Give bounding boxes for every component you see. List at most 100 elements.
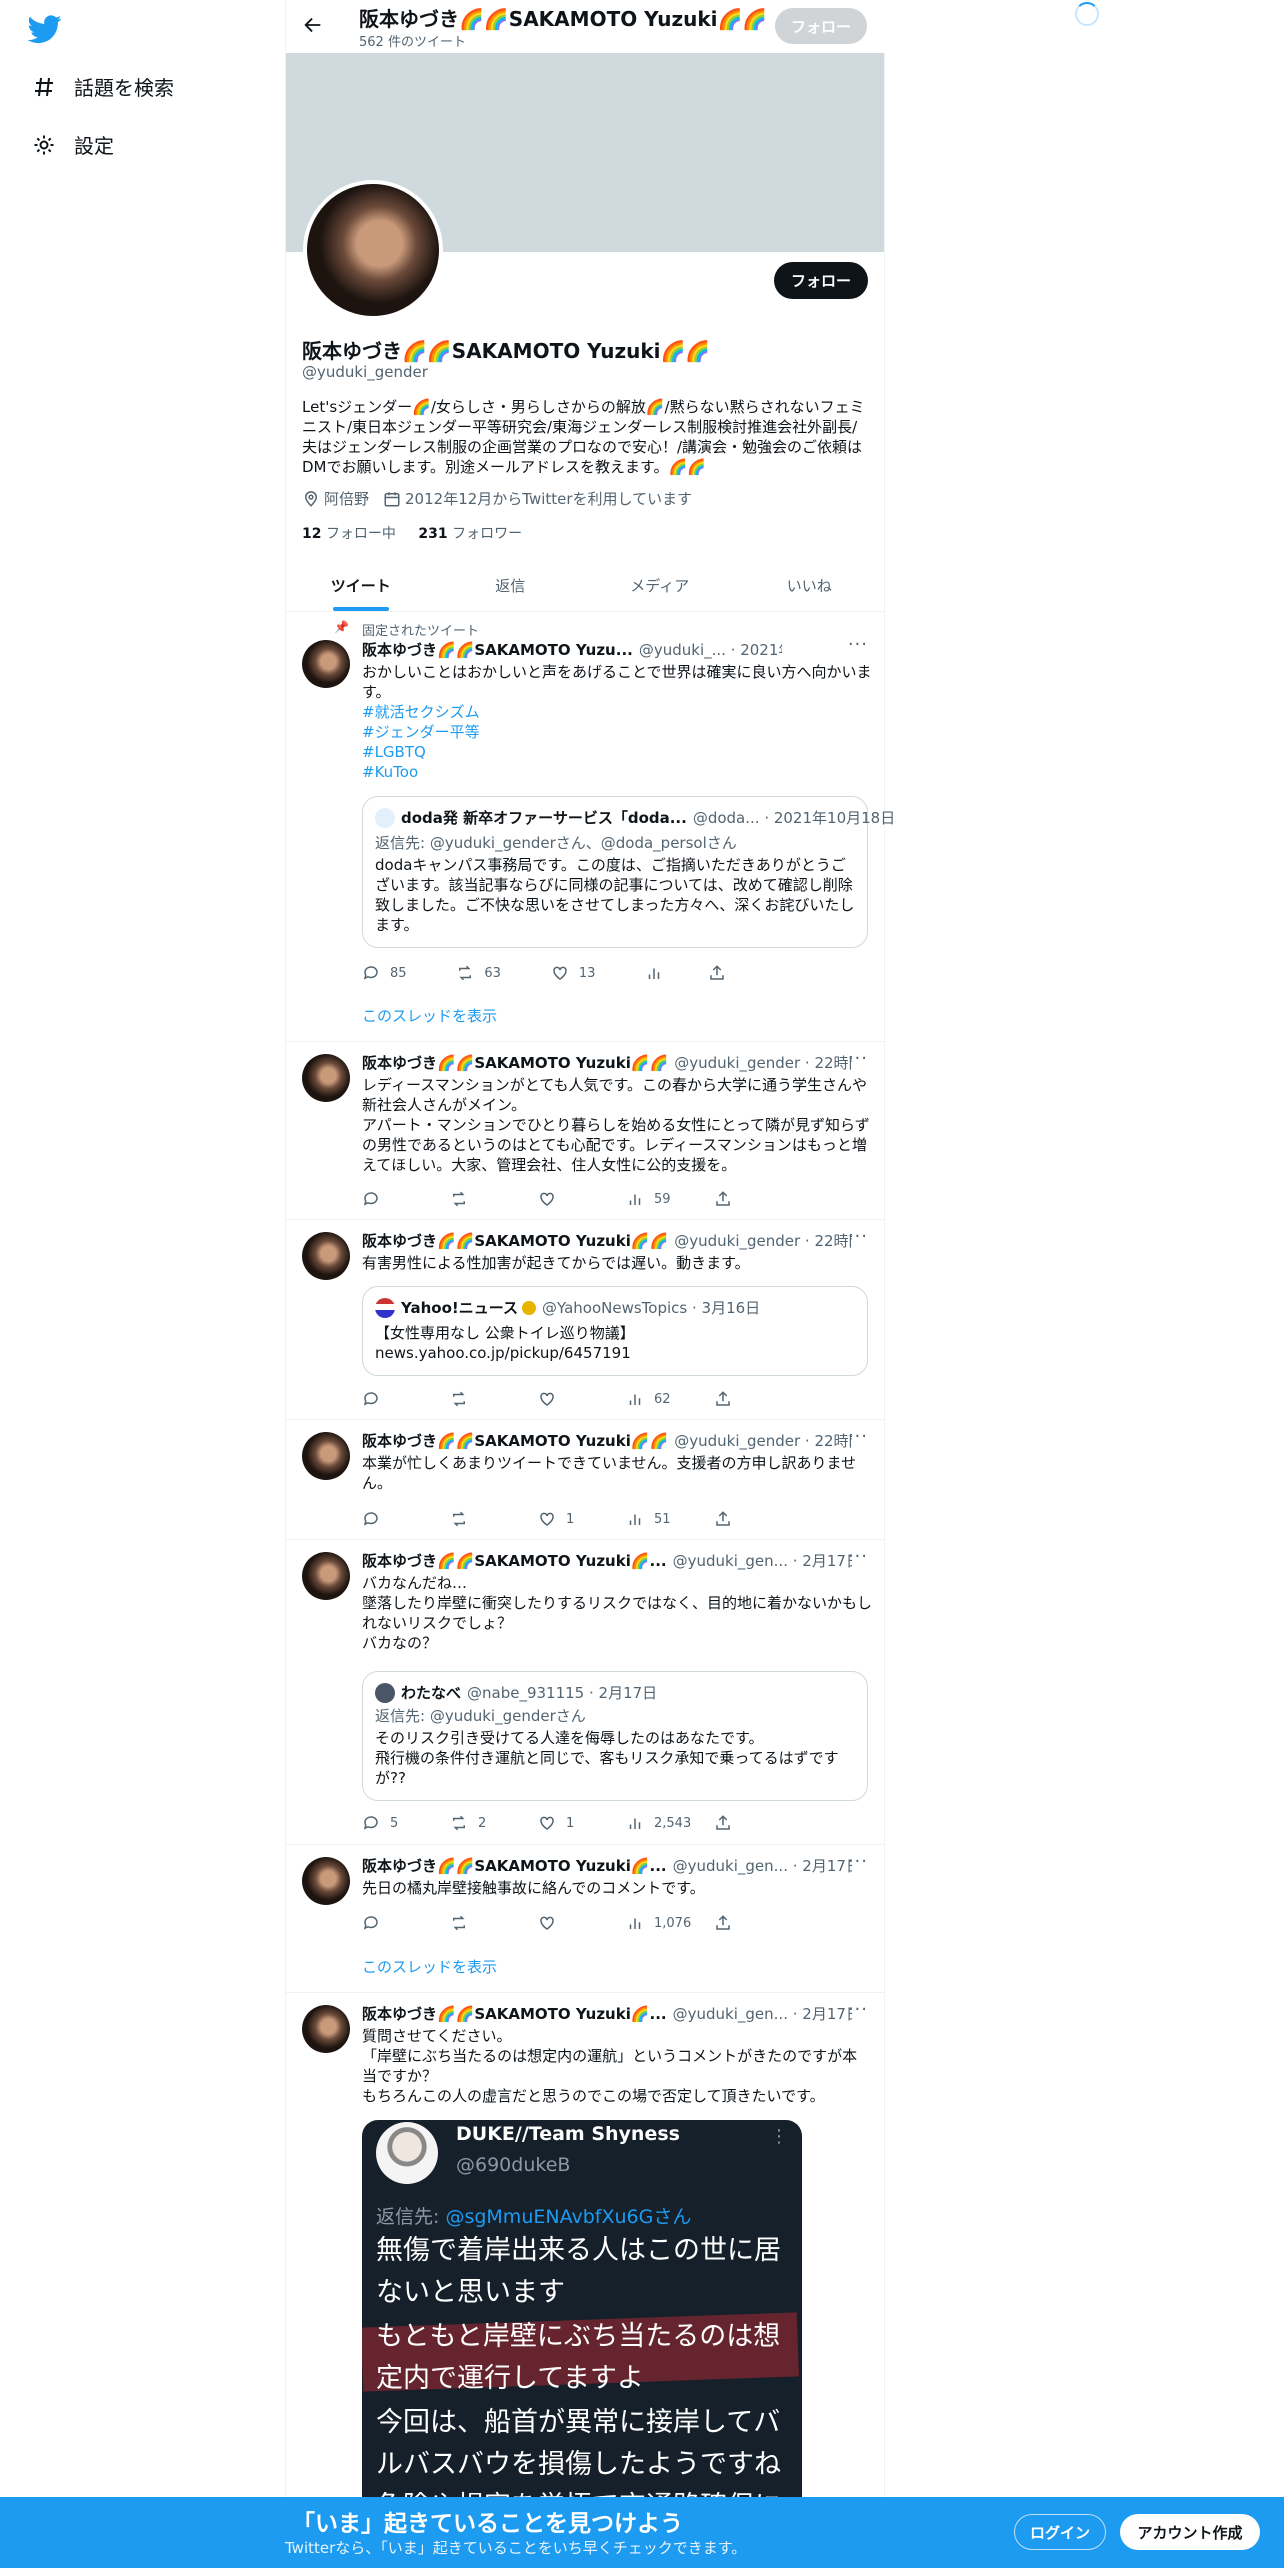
tweet-meta: @yuduki_gender · 22時間 <box>674 1232 852 1250</box>
tweet-author-name[interactable]: 阪本ゆづき🌈🌈SAKAMOTO Yuzuki🌈🌈 <box>362 1230 668 1251</box>
views-button[interactable]: 2,543 <box>626 1814 714 1832</box>
show-thread-link[interactable]: このスレッドを表示 <box>362 1005 497 1026</box>
nav-settings[interactable]: 設定 <box>30 130 114 159</box>
header-follow-button[interactable]: フォロー <box>775 8 867 44</box>
tab-media[interactable]: メディア <box>585 560 735 611</box>
tweet[interactable]: 阪本ゆづき🌈🌈SAKAMOTO Yuzuki🌈... @yuduki_gen..… <box>286 1540 884 1845</box>
tweet-image[interactable]: DUKE//Team Shyness @690dukeB ⋮ 返信先: @sgM… <box>362 2120 802 2497</box>
retweet-icon <box>453 1191 465 1207</box>
image-text-line2: もともと岸壁にぶち当たるのは想定内で運行してますよ <box>376 2321 781 2394</box>
like-button[interactable]: 1 <box>538 1510 626 1528</box>
tab-replies[interactable]: 返信 <box>436 560 586 611</box>
tweet[interactable]: 阪本ゆづき🌈🌈SAKAMOTO Yuzuki🌈... @yuduki_gen..… <box>286 1845 884 1993</box>
twitter-logo-icon[interactable] <box>27 12 62 46</box>
signup-button[interactable]: アカウント作成 <box>1120 2514 1260 2550</box>
hashtag-link[interactable]: #LGBTQ <box>362 742 872 762</box>
tweet-avatar[interactable] <box>302 640 350 688</box>
tweet[interactable]: 阪本ゆづき🌈🌈SAKAMOTO Yuzuki🌈🌈 @yuduki_gender … <box>286 1220 884 1420</box>
retweet-count: 63 <box>484 965 501 981</box>
retweet-button[interactable] <box>450 1390 538 1408</box>
share-button[interactable] <box>714 1190 802 1208</box>
tweet-author-name[interactable]: 阪本ゆづき🌈🌈SAKAMOTO Yuzuki🌈🌈 <box>362 1052 668 1073</box>
tweet-author-name[interactable]: 阪本ゆづき🌈🌈SAKAMOTO Yuzuki🌈🌈 <box>362 1430 668 1451</box>
quoted-tweet[interactable]: わたなべ @nabe_931115 · 2月17日 返信先: @yuduki_g… <box>362 1671 868 1801</box>
quote-text: 【女性専用なし 公衆トイレ巡り物議】 news.yahoo.co.jp/pick… <box>375 1324 635 1362</box>
views-count: 51 <box>654 1511 671 1527</box>
share-button[interactable] <box>714 1390 802 1408</box>
back-arrow-icon[interactable] <box>302 14 326 38</box>
tweet[interactable]: 阪本ゆづき🌈🌈SAKAMOTO Yuzuki🌈... @yuduki_gen..… <box>286 1993 884 2497</box>
views-button[interactable]: 51 <box>626 1510 714 1528</box>
tweet-author-name[interactable]: 阪本ゆづき🌈🌈SAKAMOTO Yuzuki🌈... <box>362 1855 667 1876</box>
retweet-button[interactable] <box>450 1510 538 1528</box>
tab-tweets[interactable]: ツイート <box>286 560 436 611</box>
profile-avatar[interactable] <box>303 180 443 320</box>
reply-button[interactable]: 5 <box>362 1814 450 1832</box>
tweet-avatar[interactable] <box>302 1552 350 1600</box>
views-button[interactable]: 62 <box>626 1390 714 1408</box>
quoted-tweet[interactable]: Yahoo!ニュース @YahooNewsTopics · 3月16日 【女性専… <box>362 1286 868 1376</box>
reply-button[interactable] <box>362 1390 450 1408</box>
share-icon <box>709 965 724 980</box>
like-button[interactable]: 13 <box>551 964 645 982</box>
like-button[interactable] <box>538 1914 626 1932</box>
following-link[interactable]: 12 フォロー中 <box>302 526 396 542</box>
tweet-avatar[interactable] <box>302 1054 350 1102</box>
share-button[interactable] <box>714 1914 802 1932</box>
like-button[interactable]: 1 <box>538 1814 626 1832</box>
retweet-button[interactable] <box>450 1190 538 1208</box>
quote-author-name: Yahoo!ニュース <box>401 1299 518 1317</box>
share-button[interactable] <box>708 964 802 982</box>
more-icon[interactable]: ··· <box>848 634 868 655</box>
more-icon[interactable]: ··· <box>848 1999 868 2020</box>
hashtag-link[interactable]: #ジェンダー平等 <box>362 722 872 742</box>
tweet-author-name[interactable]: 阪本ゆづき🌈🌈SAKAMOTO Yuzuki🌈... <box>362 1550 667 1571</box>
more-icon[interactable]: ··· <box>848 1851 868 1872</box>
share-button[interactable] <box>714 1814 802 1832</box>
retweet-button[interactable] <box>450 1914 538 1932</box>
more-icon[interactable]: ··· <box>848 1226 868 1247</box>
tweet[interactable]: 阪本ゆづき🌈🌈SAKAMOTO Yuzuki🌈🌈 @yuduki_gender … <box>286 1420 884 1540</box>
tab-likes[interactable]: いいね <box>735 560 885 611</box>
reply-button[interactable]: 85 <box>362 964 456 982</box>
views-button[interactable]: 1,076 <box>626 1914 714 1932</box>
hashtag-link[interactable]: #就活セクシズム <box>362 702 872 722</box>
quoted-tweet[interactable]: doda発 新卒オファーサービス「doda... @doda... · 2021… <box>362 796 895 948</box>
more-icon[interactable]: ··· <box>848 1048 868 1069</box>
like-button[interactable] <box>538 1390 626 1408</box>
retweet-button[interactable]: 63 <box>456 964 550 982</box>
reply-button[interactable] <box>362 1914 450 1932</box>
like-button[interactable] <box>538 1190 626 1208</box>
followers-link[interactable]: 231 フォロワー <box>418 526 522 542</box>
tweet-avatar[interactable] <box>302 1232 350 1280</box>
more-icon[interactable]: ··· <box>848 1546 868 1567</box>
tweet-text: 質問させてください。 「岸壁にぶち当たるのは想定内の運航」というコメントがきたの… <box>362 2027 858 2105</box>
show-thread-link[interactable]: このスレッドを表示 <box>362 1956 497 1977</box>
tweet-avatar[interactable] <box>302 2005 350 2053</box>
hashtag-link[interactable]: #KuToo <box>362 762 872 782</box>
header-tweet-count: 562 件のツイート <box>359 35 466 50</box>
tweet[interactable]: 📌 固定されたツイート 阪本ゆづき🌈🌈SAKAMOTO Yuzu... @yud… <box>286 612 895 1042</box>
tweet-author-name[interactable]: 阪本ゆづき🌈🌈SAKAMOTO Yuzu... <box>362 639 633 660</box>
tweet-header: 阪本ゆづき🌈🌈SAKAMOTO Yuzuki🌈🌈 @yuduki_gender … <box>362 1430 852 1451</box>
tweet-avatar[interactable] <box>302 1857 350 1905</box>
login-button[interactable]: ログイン <box>1014 2514 1106 2550</box>
tweet-actions: 1,076 <box>362 1913 802 1933</box>
quote-header: Yahoo!ニュース @YahooNewsTopics · 3月16日 <box>375 1297 760 1318</box>
views-count: 1,076 <box>654 1915 692 1931</box>
more-icon[interactable]: ··· <box>848 1426 868 1447</box>
retweet-button[interactable]: 2 <box>450 1814 538 1832</box>
pinned-label: 固定されたツイート <box>362 624 480 639</box>
nav-explore[interactable]: 話題を検索 <box>30 72 174 101</box>
reply-button[interactable] <box>362 1190 450 1208</box>
views-button[interactable]: 59 <box>626 1190 714 1208</box>
views-button[interactable] <box>645 964 707 982</box>
tweet-actions: 62 <box>362 1389 802 1409</box>
views-icon <box>629 1918 641 1929</box>
tweet-author-name[interactable]: 阪本ゆづき🌈🌈SAKAMOTO Yuzuki🌈... <box>362 2003 667 2024</box>
share-button[interactable] <box>714 1510 802 1528</box>
reply-button[interactable] <box>362 1510 450 1528</box>
follow-button[interactable]: フォロー <box>774 262 868 299</box>
tweet-avatar[interactable] <box>302 1432 350 1480</box>
tweet[interactable]: 阪本ゆづき🌈🌈SAKAMOTO Yuzuki🌈🌈 @yuduki_gender … <box>286 1042 884 1220</box>
